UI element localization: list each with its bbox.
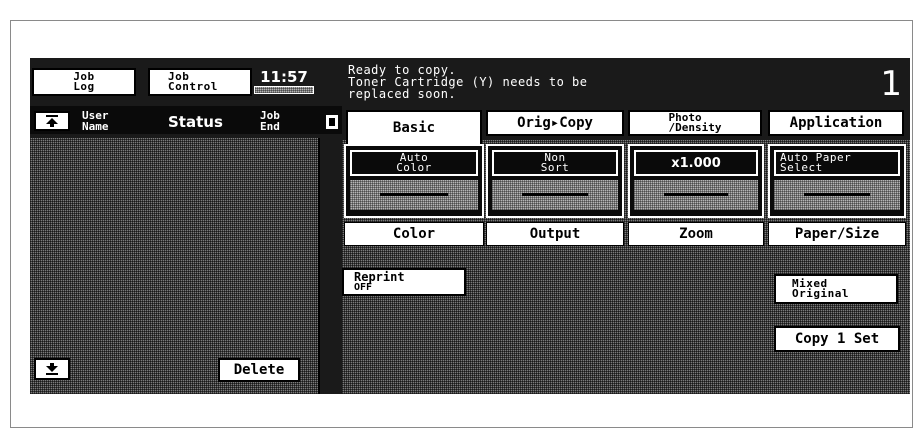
scroll-top-icon — [46, 115, 58, 127]
scroll-bottom-icon — [46, 363, 58, 375]
copy-1-set-button[interactable]: Copy 1 Set — [774, 326, 900, 352]
reprint-button[interactable]: Reprint OFF — [342, 268, 466, 296]
copy-count: 1 — [880, 64, 902, 104]
output-setting[interactable]: Non Sort — [486, 144, 624, 218]
color-icon — [350, 180, 478, 210]
color-label: Color — [344, 222, 484, 246]
tab-photo-density[interactable]: Photo /Density — [628, 110, 762, 136]
paper-size-label: Paper/Size — [768, 222, 906, 246]
col-user-name: User Name — [82, 109, 109, 133]
tab-application[interactable]: Application — [768, 110, 904, 136]
output-icon — [492, 180, 618, 210]
job-list[interactable] — [30, 138, 320, 394]
reprint-state: OFF — [354, 282, 373, 293]
status-message: Ready to copy. Toner Cartridge (Y) needs… — [348, 63, 588, 101]
tab-orig-copy[interactable]: Orig▸Copy — [486, 110, 624, 136]
scroll-bottom-button[interactable] — [34, 358, 70, 380]
job-control-button[interactable]: Job Control — [148, 68, 252, 96]
zoom-setting[interactable]: x1.000 — [628, 144, 764, 218]
control-panel-screen: Job Log Job Control 11:57 Ready to copy.… — [30, 58, 910, 394]
tab-basic[interactable]: Basic — [346, 110, 482, 144]
paper-size-icon — [774, 180, 900, 210]
paper-size-value: Auto Paper Select — [774, 150, 900, 176]
mixed-original-button[interactable]: Mixed Original — [774, 274, 898, 304]
zoom-icon — [634, 180, 758, 210]
color-setting[interactable]: Auto Color — [344, 144, 484, 218]
col-status: Status — [168, 113, 223, 131]
progress-indicator — [254, 86, 314, 94]
col-job-end: Job End — [260, 109, 280, 133]
output-value: Non Sort — [492, 150, 618, 176]
paper-size-setting[interactable]: Auto Paper Select — [768, 144, 906, 218]
zoom-value: x1.000 — [634, 150, 758, 176]
clock: 11:57 — [260, 68, 308, 86]
color-value: Auto Color — [350, 150, 478, 176]
job-log-button[interactable]: Job Log — [32, 68, 136, 96]
zoom-label: Zoom — [628, 222, 764, 246]
job-end-icon — [326, 115, 338, 129]
output-label: Output — [486, 222, 624, 246]
scroll-top-button[interactable] — [34, 111, 70, 131]
delete-button[interactable]: Delete — [218, 358, 300, 382]
